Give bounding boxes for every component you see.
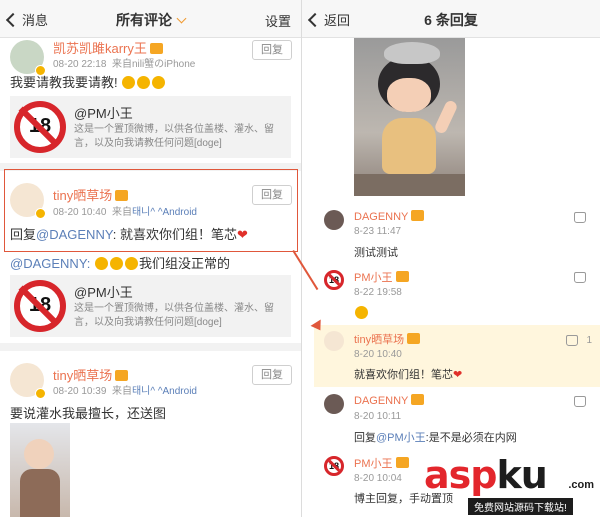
like-count: 1 — [586, 335, 592, 346]
comment-meta: 08-20 10:39 来自태니^ ^Android — [53, 386, 197, 397]
right-navbar: 返回 6 条回复 — [302, 0, 600, 38]
reply-item: DAGENNY 8-23 11:47 测试测试 — [302, 204, 600, 264]
no-18-icon: 18 — [14, 101, 66, 153]
settings-button[interactable]: 设置 — [265, 11, 291, 30]
mention-link[interactable]: @PM小王 — [376, 432, 426, 444]
reply-item: DAGENNY 8-20 10:11 回复@PM小王:是不是必须在内网 — [302, 388, 600, 448]
page-title[interactable]: 所有评论 — [0, 10, 301, 30]
vip-icon — [411, 394, 425, 405]
vip-icon — [407, 333, 421, 344]
reply-username[interactable]: PM小王 — [354, 269, 409, 285]
forwarded-text: @DAGENNY: 我们组没正常的 — [10, 256, 231, 271]
chevron-down-icon — [176, 13, 187, 24]
comment-image[interactable] — [10, 423, 70, 517]
reply-time: 8-20 10:04 — [354, 473, 402, 484]
no-18-icon[interactable]: 18 — [324, 270, 344, 290]
page-title-text: 所有评论 — [116, 12, 172, 28]
emoji-icon — [122, 76, 136, 89]
page-title: 6 条回复 — [424, 12, 478, 28]
reply-time: 8-20 10:40 — [354, 349, 402, 360]
reply-button[interactable]: 回复 — [252, 40, 292, 60]
reply-text: 测试测试 — [354, 247, 398, 259]
thumbs-up-icon[interactable] — [566, 335, 578, 346]
emoji-icon — [152, 76, 166, 89]
vip-icon — [395, 457, 409, 468]
quoted-post[interactable]: 18 @PM小王 这是一个置顶微博，以供各位盖楼、灌水、留言，以及向我请教任何问… — [10, 96, 291, 158]
no-18-icon[interactable]: 18 — [324, 456, 344, 476]
comment-card: 凯苏凯雎karry王 08-20 22:18 来自nili蟹のiPhone 回复… — [0, 38, 301, 165]
reply-button[interactable]: 回复 — [252, 365, 292, 385]
quoted-post-text: 这是一个置顶微博，以供各位盖楼、灌水、留言，以及向我请教任何问题[doge] — [74, 124, 274, 149]
all-comments-panel: 消息 所有评论 设置 凯苏凯雎karry王 08-20 22:18 来自nili… — [0, 0, 301, 517]
comment-text: 要说灌水我最擅长，还送图 — [10, 406, 167, 421]
vip-icon — [395, 271, 409, 282]
verified-badge-icon — [35, 388, 46, 399]
left-navbar: 消息 所有评论 设置 — [0, 0, 301, 38]
reply-username[interactable]: PM小王 — [354, 455, 409, 471]
thumbs-up-icon[interactable] — [574, 212, 586, 223]
reply-time: 8-22 19:58 — [354, 287, 402, 298]
divider — [0, 343, 301, 351]
reply-username[interactable]: DAGENNY — [354, 209, 425, 223]
avatar[interactable] — [324, 210, 344, 230]
quoted-post[interactable]: 18 @PM小王 这是一个置顶微博，以供各位盖楼、灌水、留言，以及向我请教任何问… — [10, 275, 291, 337]
no-18-icon: 18 — [14, 280, 66, 332]
highlight-annotation — [4, 169, 298, 252]
avatar[interactable] — [324, 331, 344, 351]
vip-icon — [115, 370, 129, 381]
vip-icon — [411, 210, 425, 221]
reply-text: 回复@PM小王:是不是必须在内网 — [354, 432, 517, 444]
quoted-post-text: 这是一个置顶微博，以供各位盖楼、灌水、留言，以及向我请教任何问题[doge] — [74, 303, 274, 328]
comment-text: 我要请教我要请教! — [10, 72, 166, 91]
quoted-post-author: @PM小王 — [74, 285, 133, 300]
reply-item-highlighted: tiny晒草场 8-20 10:40 就喜欢你们组！笔芯❤ 1 — [314, 325, 600, 387]
reply-username[interactable]: DAGENNY — [354, 393, 425, 407]
emoji-icon — [137, 76, 151, 89]
vip-icon — [149, 43, 163, 54]
avatar[interactable] — [324, 394, 344, 414]
reply-text: 就喜欢你们组！笔芯❤ — [354, 369, 463, 381]
comment-meta: 08-20 22:18 来自nili蟹のiPhone — [53, 59, 196, 70]
mention-link[interactable]: @DAGENNY: — [10, 256, 90, 271]
thumbs-up-icon[interactable] — [574, 272, 586, 283]
post-image[interactable] — [354, 38, 465, 196]
replies-panel: 返回 6 条回复 DAGENNY 8-23 11:47 测试测试 18 PM小王… — [301, 0, 600, 517]
reply-time: 8-23 11:47 — [354, 226, 402, 237]
heart-icon: ❤ — [453, 369, 463, 381]
comment-card: tiny晒草场 08-20 10:39 来自태니^ ^Android 回复 要说… — [0, 351, 301, 517]
quoted-post-author: @PM小王 — [74, 106, 133, 121]
thumbs-up-icon[interactable] — [574, 396, 586, 407]
reply-text — [354, 304, 369, 320]
reply-time: 8-20 10:11 — [354, 411, 402, 422]
watermark-logo: aspku .com 免费网站源码下载站! — [424, 453, 594, 515]
reply-item: 18 PM小王 8-22 19:58 — [302, 264, 600, 324]
reply-username[interactable]: tiny晒草场 — [354, 331, 421, 347]
